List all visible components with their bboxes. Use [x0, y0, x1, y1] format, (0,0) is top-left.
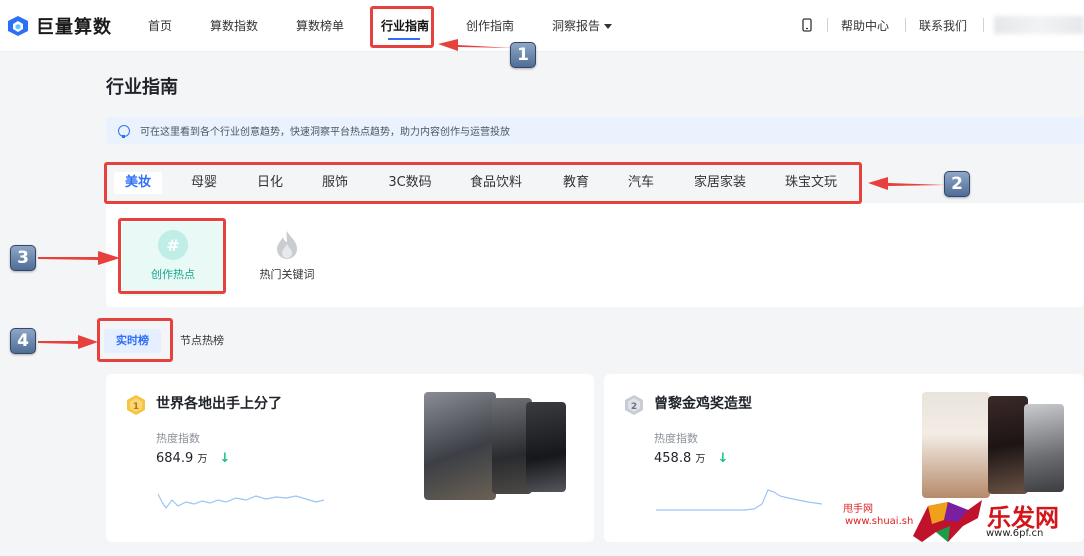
caret-down-icon — [604, 24, 613, 29]
trend-sparkline — [157, 493, 325, 510]
nav-separator — [905, 18, 906, 32]
trend-sparkline — [656, 489, 823, 511]
highlight-box-2 — [104, 162, 862, 204]
tab-node-hot-rank[interactable]: 节点热榜 — [168, 329, 236, 353]
metric-label: 热度指数 — [654, 432, 698, 445]
metric-value: 684.9 万 ↓ — [156, 450, 230, 466]
watermark-site: www.6pf.cn — [986, 528, 1044, 539]
annotation-arrow-3 — [38, 251, 120, 265]
video-thumbnail[interactable] — [424, 392, 496, 500]
highlight-box-1 — [370, 6, 434, 48]
hot-card-title: 曾黎金鸡奖造型 — [654, 396, 752, 412]
video-thumbnail[interactable] — [1024, 404, 1064, 492]
highlight-box-4 — [97, 318, 173, 362]
logo[interactable]: 巨量算数 — [6, 13, 112, 39]
arrow-down-icon: ↓ — [219, 451, 231, 466]
metric-label: 热度指数 — [156, 432, 200, 445]
annotation-arrow-2 — [868, 177, 946, 190]
nav-insight-report[interactable]: 洞察报告 — [552, 17, 613, 34]
metric-unit: 万 — [695, 454, 706, 465]
video-thumbnail[interactable] — [988, 396, 1028, 494]
nav-index[interactable]: 算数指数 — [210, 17, 258, 34]
metric-value: 458.8 万 ↓ — [654, 450, 728, 466]
page-title: 行业指南 — [106, 77, 178, 98]
nav-creation-guide[interactable]: 创作指南 — [466, 17, 514, 34]
annotation-arrow-4 — [38, 335, 98, 349]
nav-separator — [827, 18, 828, 32]
lightbulb-icon — [118, 124, 130, 138]
annotation-badge-3: 3 — [10, 245, 36, 271]
metric-number: 684.9 — [156, 451, 194, 466]
metric-unit: 万 — [197, 454, 208, 465]
nav-separator — [983, 18, 984, 32]
nav-ranking[interactable]: 算数榜单 — [296, 17, 344, 34]
nav-home[interactable]: 首页 — [148, 17, 172, 34]
tile-hot-keywords[interactable]: 热门关键词 — [236, 222, 338, 296]
tip-text: 可在这里看到各个行业创意趋势，快速洞察平台热点趋势，助力内容创作与运营投放 — [140, 127, 510, 138]
user-account-blurred[interactable] — [994, 16, 1084, 34]
hot-card-title: 世界各地出手上分了 — [156, 396, 282, 412]
watermark-url: www.shuai.sh — [845, 516, 914, 527]
rank-medal-silver-icon: 2 — [625, 395, 643, 415]
highlight-box-3 — [118, 218, 226, 294]
video-thumbnail[interactable] — [526, 402, 566, 492]
nav-contact-us[interactable]: 联系我们 — [919, 17, 967, 34]
watermark-text: 甩手网 — [843, 504, 873, 515]
top-navbar: 巨量算数 首页 算数指数 算数榜单 行业指南 创作指南 洞察报告 帮助中心 联系… — [0, 0, 1084, 52]
annotation-badge-1: 1 — [510, 42, 536, 68]
annotation-badge-4: 4 — [10, 328, 36, 354]
tip-banner: 可在这里看到各个行业创意趋势，快速洞察平台热点趋势，助力内容创作与运营投放 — [106, 117, 1084, 144]
rank-number: 1 — [133, 402, 139, 412]
logo-text: 巨量算数 — [36, 17, 112, 38]
nav-help-center[interactable]: 帮助中心 — [841, 17, 889, 34]
tile-label: 热门关键词 — [259, 268, 315, 281]
rank-number: 2 — [631, 402, 637, 412]
mobile-icon[interactable] — [802, 18, 812, 32]
annotation-arrow-1 — [438, 39, 514, 51]
metric-number: 458.8 — [654, 451, 692, 466]
nav-insight-report-label: 洞察报告 — [552, 19, 601, 33]
flame-icon — [272, 230, 302, 260]
watermark-horse-logo — [913, 500, 982, 542]
video-thumbnail[interactable] — [922, 392, 990, 498]
arrow-down-icon: ↓ — [717, 451, 729, 466]
annotation-badge-2: 2 — [944, 171, 970, 197]
rank-medal-gold-icon: 1 — [127, 395, 145, 415]
logo-icon — [8, 16, 28, 36]
hot-card[interactable]: 1 世界各地出手上分了 热度指数 684.9 万 ↓ — [106, 374, 594, 542]
